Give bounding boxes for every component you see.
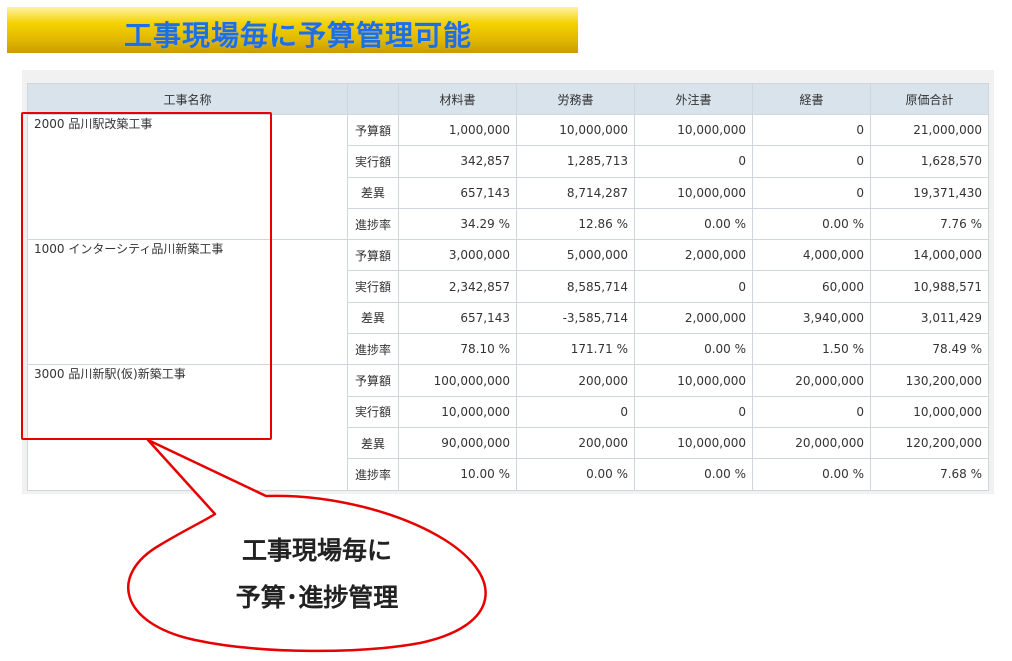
- callout-line-1: 工事現場毎に: [241, 536, 392, 565]
- callout-line-2: 予算･進捗管理: [235, 583, 399, 612]
- callout-bubble: [127, 438, 487, 653]
